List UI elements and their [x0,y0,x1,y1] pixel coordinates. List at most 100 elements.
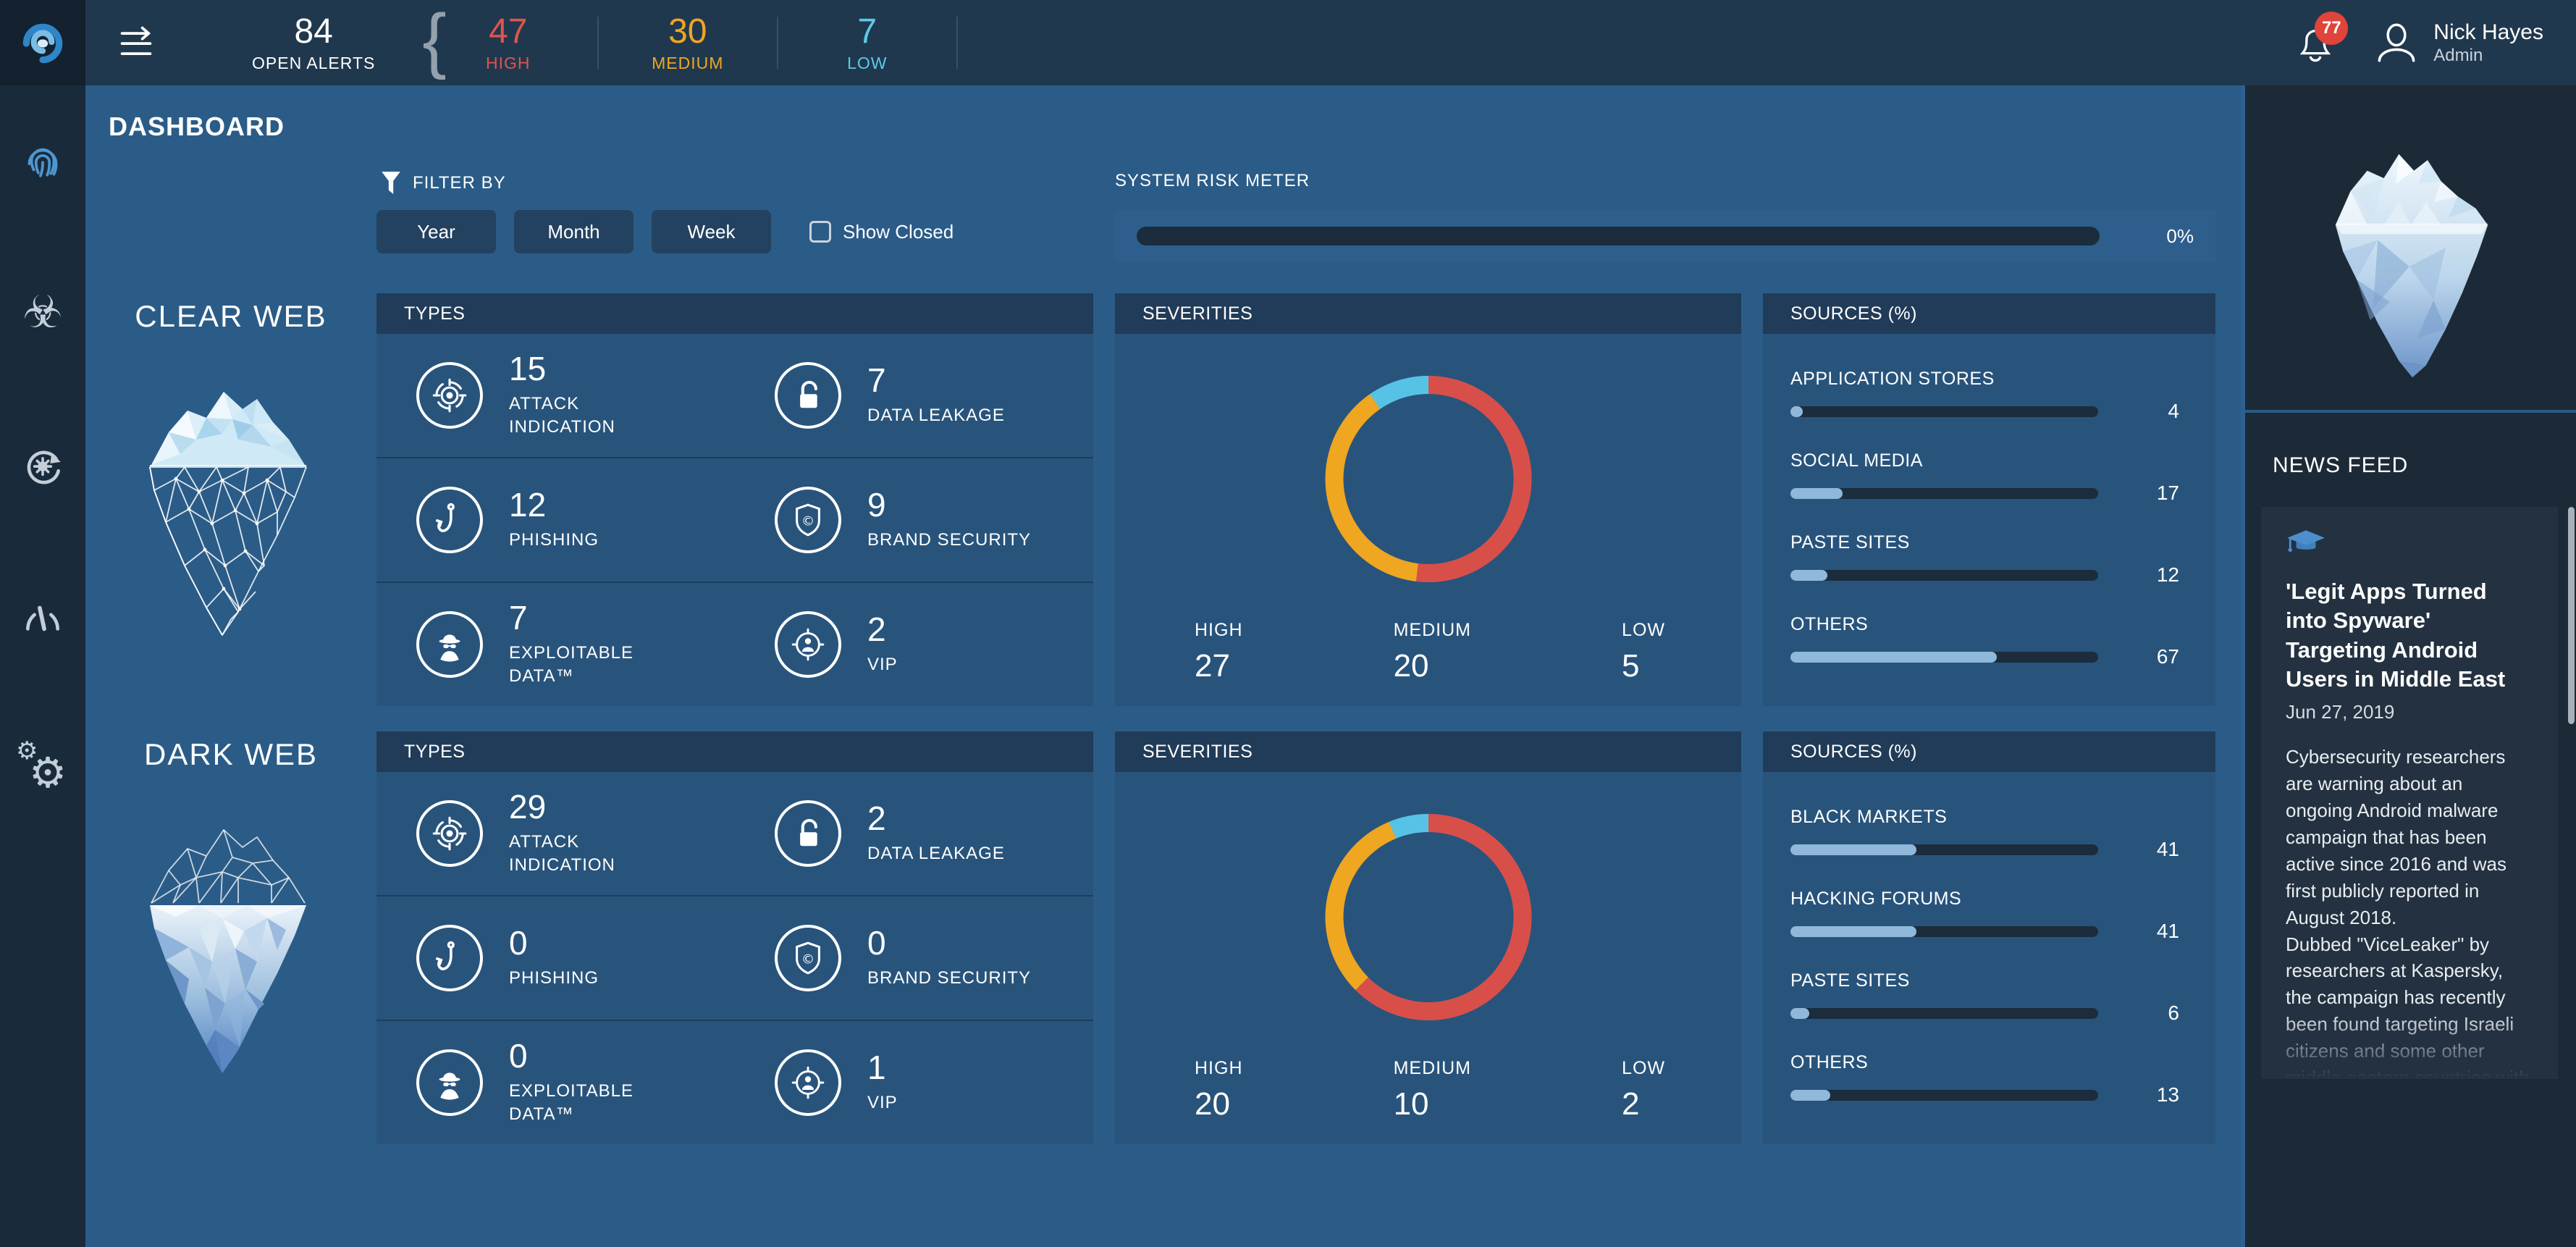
menu-collapse-icon[interactable] [114,21,158,64]
type-count: 29 [509,790,675,823]
topbar-divider [597,17,599,69]
type-cell-attack-indication[interactable]: 29 ATTACK INDICATION [376,772,735,895]
type-count: 2 [867,613,1034,646]
clear-web-types-card: TYPES [376,293,1093,706]
graduation-cap-icon [2286,529,2326,558]
sources-card-header: SOURCES (%) [1763,293,2215,334]
source-bar-track [1790,406,2098,417]
type-cell-data-leakage[interactable]: 2 DATA LEAKAGE [735,772,1093,895]
risk-meter-track [1137,227,2100,245]
system-risk-meter: 0% [1115,210,2215,262]
brand-logo-icon [17,17,69,69]
svg-text:©: © [801,952,815,967]
severity-medium: MEDIUM 10 [1394,1058,1471,1122]
brand-logo[interactable] [0,0,85,85]
target-icon [416,362,483,429]
type-count: 12 [509,488,675,521]
brace-glyph: { [422,4,446,76]
dark-web-severities-card: SEVERITIES HIGH 20 MEDIUM 10 [1115,731,1741,1144]
unlock-icon [775,800,841,867]
type-cell-vip[interactable]: 2 VIP [735,583,1093,706]
source-row: HACKING FORUMS 41 [1790,889,2179,943]
source-bar-track [1790,488,2098,499]
medium-alerts-stat: 30 MEDIUM [626,13,749,72]
gear-sync-icon [19,441,67,489]
low-alerts-label: LOW [847,54,887,72]
medium-alerts-value: 30 [668,13,707,51]
dark-web-sources-card: SOURCES (%) BLACK MARKETS 41 HACKING FOR… [1763,731,2215,1144]
news-article-title: 'Legit Apps Turned into Spyware' Targeti… [2286,577,2533,694]
type-cell-vip[interactable]: 1 VIP [735,1021,1093,1144]
iceberg-illustration [2320,110,2501,385]
topbar-divider [777,17,778,69]
type-label: VIP [867,653,1034,676]
type-count: 9 [867,488,1034,521]
type-cell-data-leakage[interactable]: 7 DATA LEAKAGE [735,334,1093,457]
sidebar-item-threats[interactable]: ☣ [7,275,79,348]
source-row: SOCIAL MEDIA 17 [1790,450,2179,505]
open-alerts-label: OPEN ALERTS [252,54,375,72]
sidebar-item-settings[interactable]: ⚙ ⚙ [7,736,79,808]
source-bar-fill [1790,652,1997,663]
high-alerts-label: HIGH [486,54,531,72]
type-cell-exploitable-data[interactable]: 0 EXPLOITABLE DATA™ [376,1021,735,1144]
dark-web-label: DARK WEB [85,737,376,772]
scrollbar-thumb[interactable] [2568,507,2575,724]
severities-donut-chart [1325,376,1531,582]
source-row: PASTE SITES 12 [1790,532,2179,587]
type-label: ATTACK INDICATION [509,831,675,878]
severities-card-header: SEVERITIES [1115,293,1741,334]
type-cell-brand-security[interactable]: © 0 BRAND SECURITY [735,897,1093,1020]
type-label: PHISHING [509,529,675,552]
type-count: 7 [867,364,1034,397]
type-label: BRAND SECURITY [867,967,1034,990]
source-bar-fill [1790,1090,1830,1101]
source-bar-fill [1790,570,1827,581]
source-bar-fill [1790,406,1803,417]
unlock-icon [775,362,841,429]
severities-card-header: SEVERITIES [1115,731,1741,772]
user-name: Nick Hayes [2433,20,2543,46]
shield-icon: © [775,487,841,553]
filter-year-button[interactable]: Year [376,210,496,253]
page-title: DASHBOARD [109,112,285,142]
type-cell-phishing[interactable]: 0 PHISHING [376,897,735,1020]
source-bar-track [1790,926,2098,937]
open-alerts-stat: 84 OPEN ALERTS [252,13,375,72]
sidebar-item-risk-meter[interactable] [7,582,79,655]
fingerprint-icon [19,134,67,182]
type-label: BRAND SECURITY [867,529,1034,552]
dark-web-section: DARK WEB [85,731,2241,1144]
user-menu[interactable]: Nick Hayes Admin [2373,19,2543,67]
type-cell-attack-indication[interactable]: 15 ATTACK INDICATION [376,334,735,457]
source-bar-fill [1790,1008,1809,1019]
source-row: PASTE SITES 6 [1790,970,2179,1025]
iceberg-panel [2245,85,2576,413]
news-article-card[interactable]: 'Legit Apps Turned into Spyware' Targeti… [2261,507,2558,1079]
sidebar-item-dashboard[interactable] [7,122,79,194]
high-alerts-value: 47 [489,13,527,51]
type-cell-exploitable-data[interactable]: 7 EXPLOITABLE DATA™ [376,583,735,706]
type-count: 0 [509,926,675,960]
clear-web-sources-card: SOURCES (%) APPLICATION STORES 4 SOCIAL … [1763,293,2215,706]
notifications-button[interactable]: 77 [2293,17,2344,68]
show-closed-checkbox[interactable]: Show Closed [809,221,954,243]
type-count: 2 [867,802,1034,835]
filter-buttons: Year Month Week Show Closed [376,210,954,253]
open-alerts-value: 84 [294,13,332,51]
topbar: 84 OPEN ALERTS { 47 HIGH 30 MEDIUM 7 LOW… [0,0,2576,85]
filter-month-button[interactable]: Month [514,210,634,253]
type-label: DATA LEAKAGE [867,404,1034,427]
type-cell-phishing[interactable]: 12 PHISHING [376,458,735,581]
news-feed-title: NEWS FEED [2273,453,2408,478]
shield-icon: © [775,925,841,991]
type-count: 7 [509,601,675,634]
type-count: 15 [509,352,675,385]
severity-high: HIGH 20 [1195,1058,1243,1122]
right-panel: NEWS FEED 'Legit Apps Turned into Spywar… [2241,85,2576,1247]
high-alerts-stat: 47 HIGH [447,13,570,72]
sidebar-item-remediation[interactable] [7,429,79,501]
type-cell-brand-security[interactable]: © 9 BRAND SECURITY [735,458,1093,581]
filter-week-button[interactable]: Week [652,210,771,253]
app-window: 84 OPEN ALERTS { 47 HIGH 30 MEDIUM 7 LOW… [0,0,2576,1247]
